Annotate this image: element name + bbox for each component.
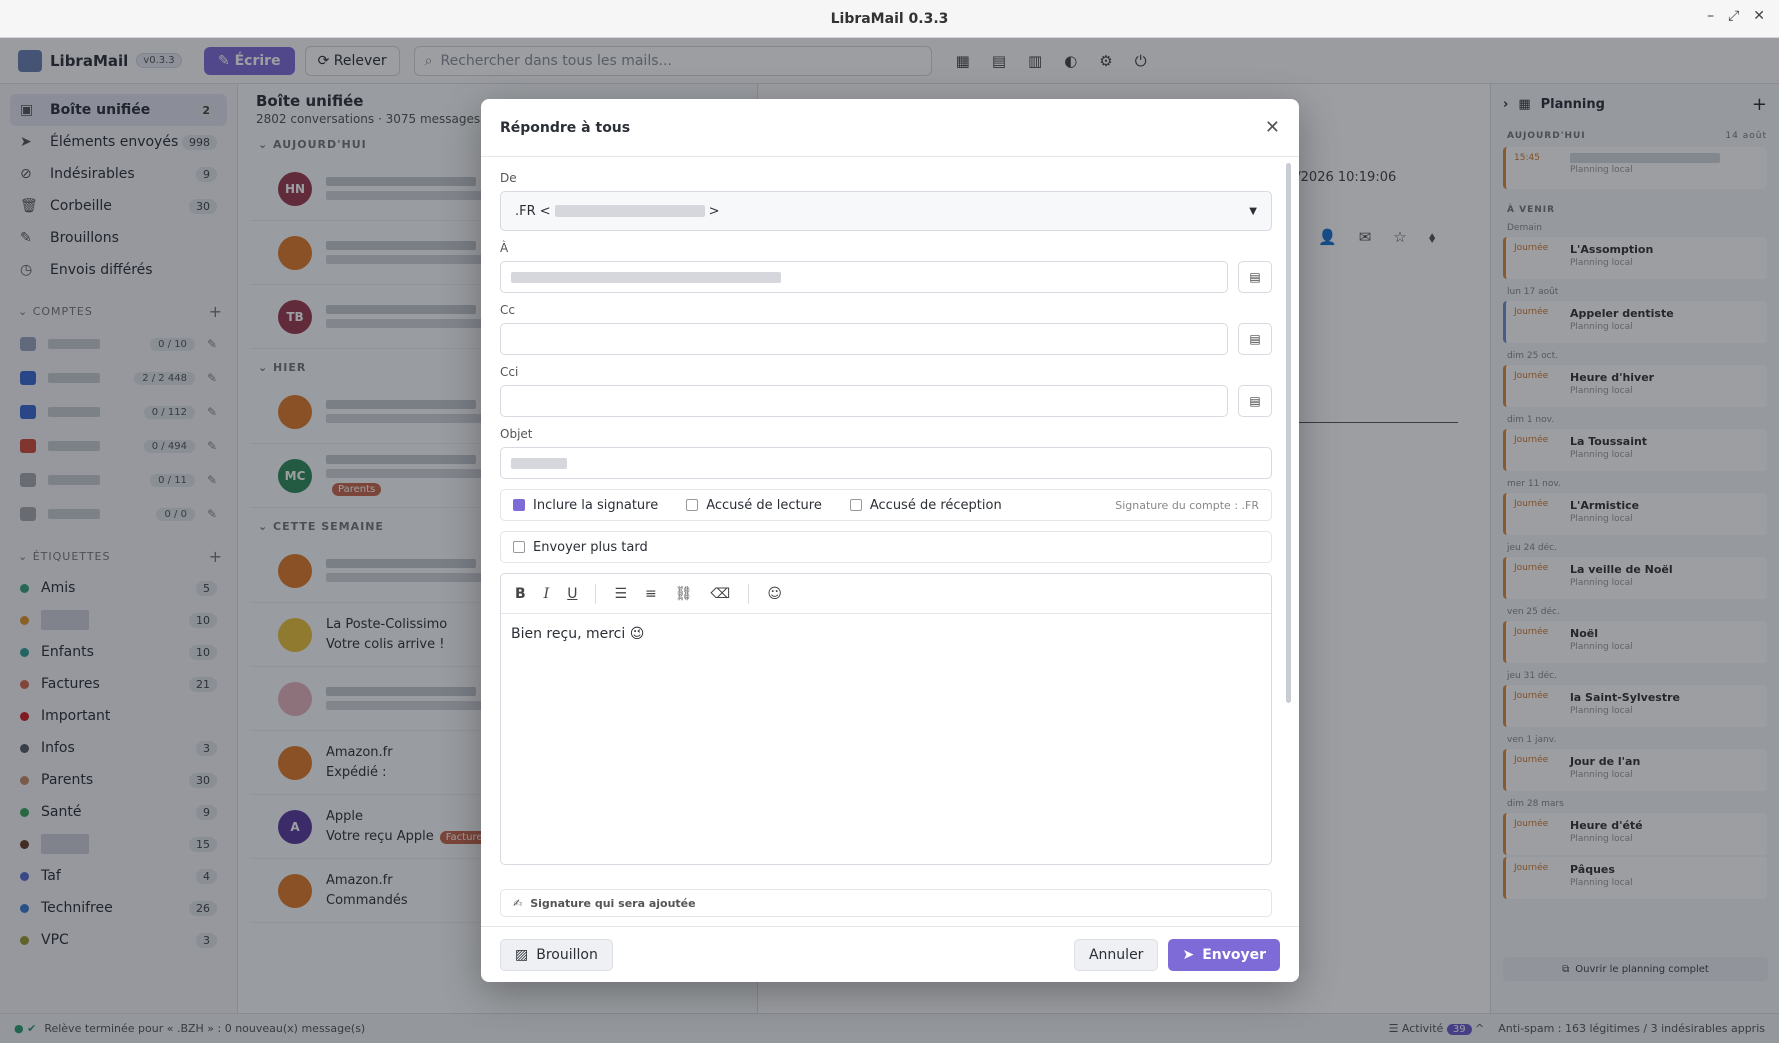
draft-button-label: Brouillon <box>536 946 598 963</box>
dialog-title: Répondre à tous <box>500 119 631 136</box>
bcc-label: Cci <box>500 365 519 379</box>
address-book-icon[interactable]: ▤ <box>1238 323 1272 355</box>
to-row: ▤ <box>500 261 1272 293</box>
read-receipt-checkbox[interactable] <box>686 499 699 511</box>
underline-icon[interactable]: U <box>567 586 577 602</box>
include-signature-label: Inclure la signature <box>533 497 659 513</box>
read-receipt-label: Accusé de lecture <box>706 497 822 513</box>
editor-toolbar: B I U ☰ ≡ ⛓ ⌫ ☺ <box>501 574 1271 614</box>
reply-all-dialog: Répondre à tous ✕ De .FR < > ▼ À ▤ Cc ▤ … <box>481 99 1299 982</box>
cancel-button-label: Annuler <box>1088 946 1144 963</box>
delivery-receipt-label: Accusé de réception <box>869 497 1002 513</box>
message-body-text: Bien reçu, merci 😉 <box>511 626 645 642</box>
send-button[interactable]: ➤ Envoyer <box>1168 938 1280 971</box>
window-titlebar: LibraMail 0.3.3 – ⤢ ✕ <box>0 0 1779 38</box>
cc-row: ▤ <box>500 323 1272 355</box>
cc-label: Cc <box>500 303 515 317</box>
bullet-list-icon[interactable]: ☰ <box>614 586 627 602</box>
subject-label: Objet <box>500 427 533 441</box>
window-controls: – ⤢ ✕ <box>1707 8 1765 24</box>
link-icon[interactable]: ⛓ <box>675 586 693 602</box>
cancel-button[interactable]: Annuler <box>1073 938 1159 971</box>
send-button-label: Envoyer <box>1202 946 1266 963</box>
maximize-icon[interactable]: ⤢ <box>1728 8 1739 24</box>
dialog-body: De .FR < > ▼ À ▤ Cc ▤ Cci ▤ Objet Inclur <box>500 171 1272 917</box>
address-book-icon[interactable]: ▤ <box>1238 385 1272 417</box>
include-signature-checkbox[interactable] <box>513 499 525 511</box>
window-title: LibraMail 0.3.3 <box>830 10 949 27</box>
from-suffix: > <box>708 203 720 219</box>
send-later-label: Envoyer plus tard <box>533 539 648 555</box>
signature-icon: ✍ <box>513 896 523 910</box>
subject-redacted <box>511 457 567 469</box>
to-label: À <box>500 241 509 255</box>
bold-icon[interactable]: B <box>515 586 526 602</box>
address-book-icon[interactable]: ▤ <box>1238 261 1272 293</box>
close-window-icon[interactable]: ✕ <box>1753 8 1765 24</box>
to-address-redacted <box>511 271 781 283</box>
message-body-editor[interactable]: Bien reçu, merci 😉 <box>501 614 1271 864</box>
draft-button[interactable]: ▨ Brouillon <box>500 938 613 971</box>
italic-icon[interactable]: I <box>544 586 550 602</box>
from-select[interactable]: .FR < > ▼ <box>500 191 1272 231</box>
cc-field[interactable] <box>500 323 1228 355</box>
send-icon: ➤ <box>1182 946 1195 963</box>
divider <box>748 583 750 604</box>
dialog-scrollbar[interactable] <box>1286 163 1291 703</box>
rich-text-editor: B I U ☰ ≡ ⛓ ⌫ ☺ Bien reçu, merci 😉 <box>500 573 1272 865</box>
caret-down-icon: ▼ <box>1249 205 1257 217</box>
subject-field[interactable] <box>500 447 1272 479</box>
from-prefix: .FR < <box>515 203 551 219</box>
from-label: De <box>500 171 517 185</box>
to-field[interactable] <box>500 261 1228 293</box>
divider <box>595 583 597 604</box>
delivery-receipt-checkbox[interactable] <box>849 499 862 511</box>
close-icon[interactable]: ✕ <box>1265 117 1280 138</box>
draft-icon: ▨ <box>515 946 529 963</box>
emoji-icon[interactable]: ☺ <box>767 586 782 602</box>
bcc-row: ▤ <box>500 385 1272 417</box>
signature-preview-toggle[interactable]: ✍ Signature qui sera ajoutée <box>500 889 1272 917</box>
send-later-row: Envoyer plus tard <box>500 531 1272 563</box>
minimize-icon[interactable]: – <box>1707 8 1714 24</box>
dialog-header: Répondre à tous ✕ <box>481 99 1299 157</box>
subject-row <box>500 447 1272 479</box>
signature-preview-label: Signature qui sera ajoutée <box>530 896 696 910</box>
bcc-field[interactable] <box>500 385 1228 417</box>
numbered-list-icon[interactable]: ≡ <box>645 586 657 602</box>
options-row: Inclure la signature Accusé de lecture A… <box>500 489 1272 521</box>
from-address-redacted <box>554 205 705 217</box>
send-later-checkbox[interactable] <box>513 541 525 553</box>
account-signature-info: Signature du compte : .FR <box>1115 498 1259 512</box>
dialog-footer: ▨ Brouillon Annuler ➤ Envoyer <box>481 926 1299 982</box>
eraser-icon[interactable]: ⌫ <box>711 586 731 602</box>
